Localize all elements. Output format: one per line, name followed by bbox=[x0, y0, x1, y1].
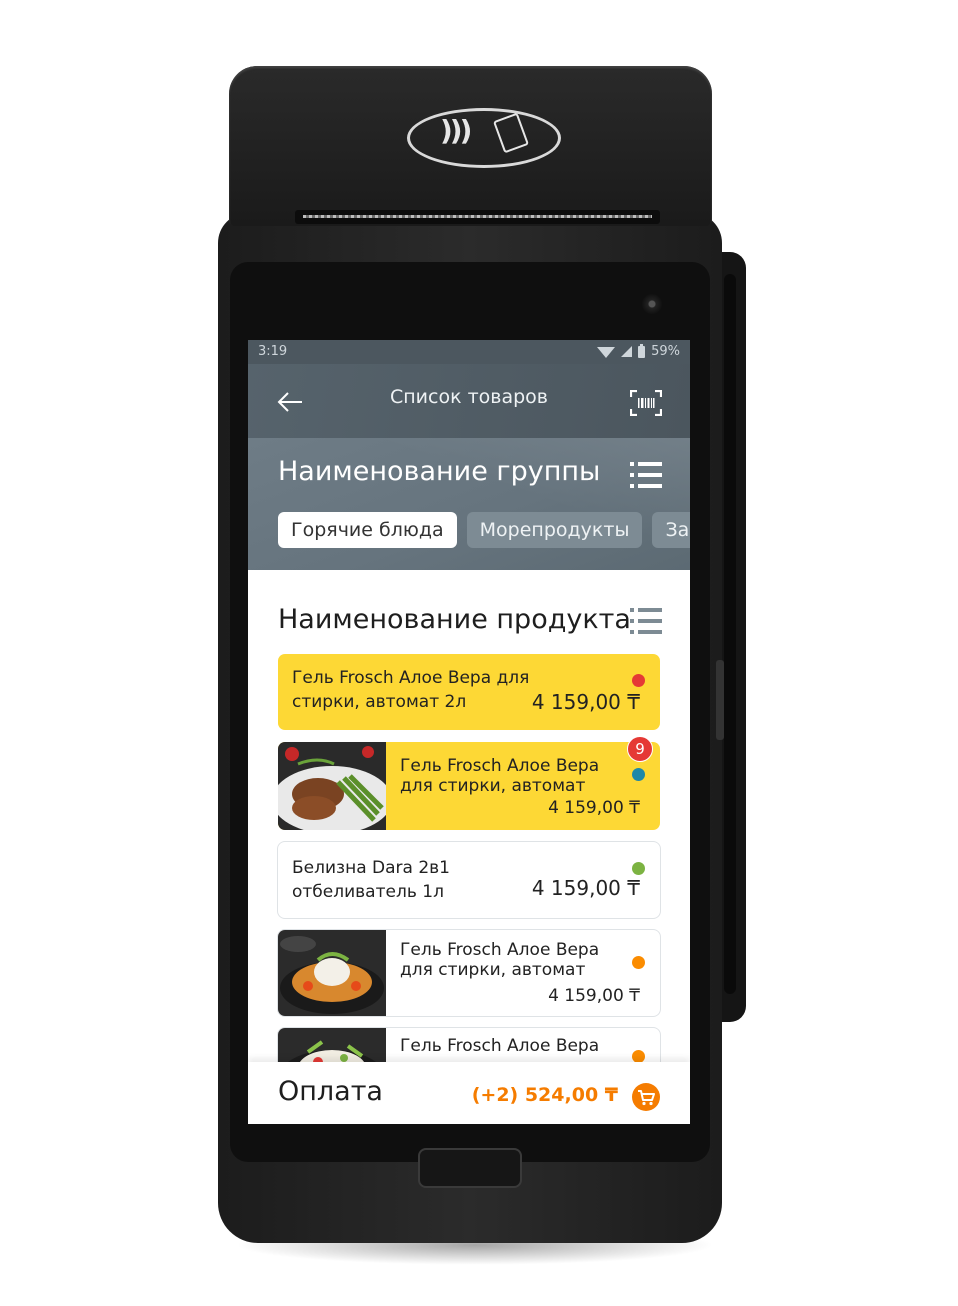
category-chips: Горячие блюда Морепродукты Зак bbox=[278, 512, 690, 548]
list-view-icon[interactable] bbox=[630, 462, 662, 488]
front-camera bbox=[642, 294, 662, 314]
product-name-line2: для стирки, автомат bbox=[400, 960, 586, 980]
product-image-steak bbox=[278, 742, 386, 830]
product-price: 4 159,00 ₸ bbox=[531, 690, 640, 714]
signal-icon bbox=[621, 346, 633, 357]
app-bar: Список товаров bbox=[248, 364, 690, 438]
product-image-rice-dish bbox=[278, 930, 386, 1016]
wifi-icon bbox=[597, 347, 616, 358]
product-card[interactable]: Белизна Dara 2в1 отбеливатель 1л 4 159,0… bbox=[278, 842, 660, 918]
chip-seafood[interactable]: Морепродукты bbox=[466, 512, 643, 548]
screen: 3:19 59% Список товаров Наименование гру… bbox=[248, 340, 690, 1124]
status-time: 3:19 bbox=[258, 344, 288, 359]
barcode-scan-icon[interactable] bbox=[629, 389, 663, 417]
product-price: 4 159,00 ₸ bbox=[531, 876, 640, 900]
group-header: Наименование группы Горячие блюда Морепр… bbox=[248, 438, 690, 570]
product-section-title: Наименование продукта bbox=[278, 604, 631, 635]
contactless-icon: ))) bbox=[440, 114, 472, 147]
payment-title: Оплата bbox=[278, 1076, 383, 1107]
product-card[interactable]: Гель Frosch Алое Вера для стирки, автома… bbox=[278, 654, 660, 730]
payment-total: (+2) 524,00 ₸ bbox=[471, 1084, 618, 1106]
status-dot bbox=[632, 674, 645, 687]
payment-bar[interactable]: Оплата (+2) 524,00 ₸ bbox=[248, 1062, 690, 1124]
product-name-line1: Гель Frosch Алое Вера bbox=[400, 756, 600, 776]
status-bar: 3:19 59% bbox=[248, 340, 690, 364]
chip-snacks[interactable]: Зак bbox=[652, 512, 690, 548]
product-price: 4 159,00 ₸ bbox=[548, 798, 640, 818]
product-card[interactable]: Гель Frosch Алое Вера для стирки, автома… bbox=[278, 742, 660, 830]
nfc-zone bbox=[407, 108, 561, 168]
product-name-line2: стирки, автомат 2л bbox=[292, 692, 467, 712]
status-dot bbox=[632, 956, 645, 969]
paper-slot bbox=[295, 210, 660, 224]
list-view-icon[interactable] bbox=[630, 608, 662, 634]
product-name-line2: отбеливатель 1л bbox=[292, 882, 444, 902]
battery-level: 59% bbox=[651, 344, 680, 359]
status-icons: 59% bbox=[597, 343, 680, 359]
home-button[interactable] bbox=[418, 1148, 522, 1188]
product-name-line1: Гель Frosch Алое Вера bbox=[400, 1036, 600, 1056]
status-dot bbox=[632, 862, 645, 875]
quantity-badge: 9 bbox=[627, 736, 653, 762]
product-name-line2: для стирки, автомат bbox=[400, 776, 586, 796]
chip-hot-dishes[interactable]: Горячие блюда bbox=[278, 512, 457, 548]
product-name-line1: Гель Frosch Алое Вера для bbox=[292, 668, 530, 688]
battery-icon bbox=[638, 343, 646, 358]
product-card[interactable]: Гель Frosch Алое Вера для стирки, автома… bbox=[278, 930, 660, 1016]
status-dot bbox=[632, 768, 645, 781]
product-name-line1: Гель Frosch Алое Вера bbox=[400, 940, 600, 960]
product-price: 4 159,00 ₸ bbox=[548, 986, 640, 1006]
product-name-line1: Белизна Dara 2в1 bbox=[292, 858, 450, 878]
side-button[interactable] bbox=[716, 660, 724, 740]
app-title: Список товаров bbox=[389, 386, 549, 408]
cart-icon[interactable] bbox=[632, 1083, 660, 1111]
group-title: Наименование группы bbox=[278, 456, 601, 487]
